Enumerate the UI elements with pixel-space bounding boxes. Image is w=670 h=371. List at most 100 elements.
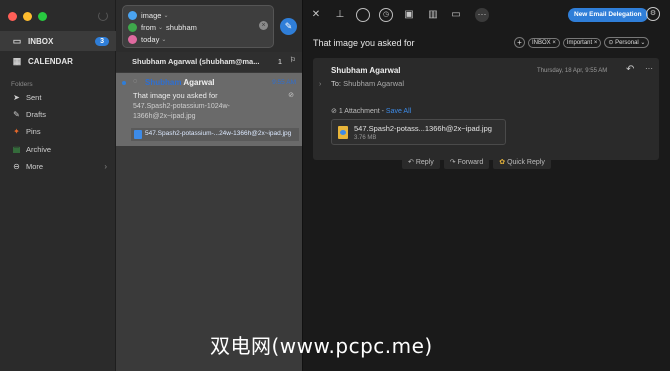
message-sender: Shubham Agarwal [145, 78, 215, 87]
mark-done-icon[interactable] [356, 8, 370, 22]
attachment-card[interactable]: 547.Spash2-potass...1366h@2x~ipad.jpg 3.… [331, 119, 506, 145]
tag-label: Important [566, 39, 593, 46]
tag-important[interactable]: Important × [562, 37, 602, 48]
attachment-chip[interactable]: 547.Spash2-potassium-...24w-1366h@2x~ipa… [131, 128, 299, 141]
folder-label: Archive [26, 145, 52, 154]
compose-button[interactable]: ✎ [280, 18, 297, 35]
sidebar-item-sent[interactable]: ➤ Sent [11, 93, 111, 102]
attachment-name: 547.Spash2-potass...1366h@2x~ipad.jpg [354, 124, 492, 133]
window-controls [8, 12, 47, 21]
action-label: Quick Reply [507, 159, 545, 166]
watermark-text: 双电网(www.pcpc.me) [210, 334, 433, 358]
thread-header[interactable]: Shubham Agarwal (shubham@ma... 1 ⚐ [116, 52, 302, 72]
minimize-window-button[interactable] [23, 12, 32, 21]
inbox-icon: ▭ [12, 35, 22, 46]
more-icon: ⊖ [13, 162, 20, 171]
folder-label: More [26, 162, 44, 171]
add-tag-button[interactable]: + [514, 37, 525, 48]
sync-icon[interactable] [98, 11, 108, 21]
forward-button[interactable]: ↷ Forward [443, 156, 490, 169]
attachment-icon: ⊘ [288, 92, 294, 99]
message-list-pane: image ⌄ from ⌄ shubham today ⌄ × ✎ Shubh… [116, 0, 302, 371]
sidebar-item-more[interactable]: ⊖ More › [11, 162, 111, 171]
search-chip-from[interactable]: from ⌄ shubham [128, 23, 197, 32]
sender-highlight: Shubham [145, 78, 182, 87]
action-label: Reply [415, 159, 434, 166]
send-icon: ➤ [13, 93, 20, 102]
chip-label: image [141, 11, 162, 20]
calendar-icon: ▦ [12, 55, 22, 66]
attachment-size: 3.76 MB [354, 135, 377, 141]
pin-icon: ✦ [13, 127, 20, 136]
search-input[interactable]: image ⌄ from ⌄ shubham today ⌄ × [122, 5, 274, 48]
quick-reply-button[interactable]: ✿ Quick Reply [493, 156, 551, 169]
search-chip-today[interactable]: today ⌄ [128, 35, 169, 44]
sidebar-item-drafts[interactable]: ✎ Drafts [11, 110, 111, 119]
to-name: Shubham Agarwal [343, 79, 404, 88]
date-filter-icon [128, 35, 137, 44]
thread-title: Shubham Agarwal (shubham@ma... [132, 57, 260, 66]
pin-icon[interactable]: ⊥ [333, 8, 347, 22]
reply-icon: ↶ [408, 159, 414, 166]
chevron-right-icon: › [104, 162, 107, 171]
email-subject: That image you asked for [313, 38, 415, 48]
zoom-window-button[interactable] [38, 12, 47, 21]
sidebar-item-label: CALENDAR [28, 56, 73, 66]
chip-value: shubham [166, 23, 197, 32]
image-file-icon [134, 130, 142, 139]
action-label: Forward [457, 159, 484, 166]
person-filter-icon [128, 23, 137, 32]
folders-heading: Folders [11, 81, 33, 88]
search-area: image ⌄ from ⌄ shubham today ⌄ × ✎ [116, 0, 302, 52]
paperclip-icon: ⊘ [331, 108, 337, 115]
unread-count-badge: 3 [95, 36, 109, 46]
attachment-name: 547.Spash2-potassium-...24w-1366h@2x~ipa… [145, 130, 292, 137]
sidebar-item-calendar[interactable]: ▦ CALENDAR [0, 51, 116, 71]
folder-label: Sent [26, 93, 42, 102]
reply-icon[interactable]: ↶ [626, 64, 634, 75]
image-filter-icon [128, 11, 137, 20]
folder-label: Drafts [26, 110, 47, 119]
sidebar-item-archive[interactable]: ▤ Archive [11, 145, 111, 154]
attachment-count: 1 Attachment [338, 108, 380, 115]
image-file-icon [338, 126, 348, 139]
sidebar: ▭ INBOX 3 ▦ CALENDAR Folders ➤ Sent ✎ Dr… [0, 0, 116, 371]
trash-icon[interactable]: ▥ [426, 8, 440, 22]
tag-personal[interactable]: ⊙ Personal ⌄ [604, 37, 650, 48]
search-chip-image[interactable]: image ⌄ [128, 11, 171, 20]
new-email-delegation-button[interactable]: New Email Delegation [568, 8, 648, 22]
expand-chevron-icon[interactable]: › [319, 81, 321, 88]
folder-icon[interactable]: ▭ [449, 8, 463, 22]
reading-pane: ✕ ⊥ ◷ ▣ ▥ ▭ ··· New Email Delegation ⚙ T… [302, 0, 670, 371]
clear-search-button[interactable]: × [259, 21, 268, 30]
message-actions: ↶ Reply ↷ Forward ✿ Quick Reply [402, 156, 551, 169]
flag-icon[interactable]: ⚐ [290, 56, 296, 64]
chevron-down-icon: ⌄ [163, 13, 169, 19]
chevron-down-icon: ⌄ [158, 25, 164, 31]
more-options-icon[interactable]: ··· [475, 8, 489, 22]
sidebar-item-pins[interactable]: ✦ Pins [11, 127, 111, 136]
archive-icon: ▤ [12, 145, 21, 154]
close-window-button[interactable] [8, 12, 17, 21]
tag-inbox[interactable]: INBOX × [528, 37, 560, 48]
account-settings-icon[interactable]: ⚙ [646, 7, 660, 21]
archive-icon[interactable]: ▣ [402, 8, 416, 22]
forward-icon: ↷ [449, 159, 456, 166]
save-all-link[interactable]: Save All [386, 108, 411, 115]
attachment-summary: ⊘ 1 Attachment - Save All [331, 108, 412, 115]
snooze-clock-icon[interactable]: ◷ [379, 8, 393, 22]
email-to: To: Shubham Agarwal [331, 79, 404, 88]
sidebar-item-inbox[interactable]: ▭ INBOX 3 [0, 31, 116, 51]
close-icon[interactable]: ✕ [309, 8, 323, 22]
drafts-icon: ✎ [13, 110, 20, 119]
thread-count: 1 [277, 57, 282, 66]
reply-button[interactable]: ↶ Reply [402, 156, 440, 169]
person-icon: ◌ [133, 78, 138, 85]
app-window: ▭ INBOX 3 ▦ CALENDAR Folders ➤ Sent ✎ Dr… [0, 0, 670, 371]
list-item[interactable]: ◌ Shubham Agarwal 9:55 AM That image you… [116, 73, 302, 146]
email-from: Shubham Agarwal [331, 66, 401, 75]
chip-label: from [141, 23, 156, 32]
message-time: 9:55 AM [272, 79, 296, 86]
more-options-icon[interactable]: ··· [645, 64, 653, 73]
to-label: To: [331, 79, 342, 88]
